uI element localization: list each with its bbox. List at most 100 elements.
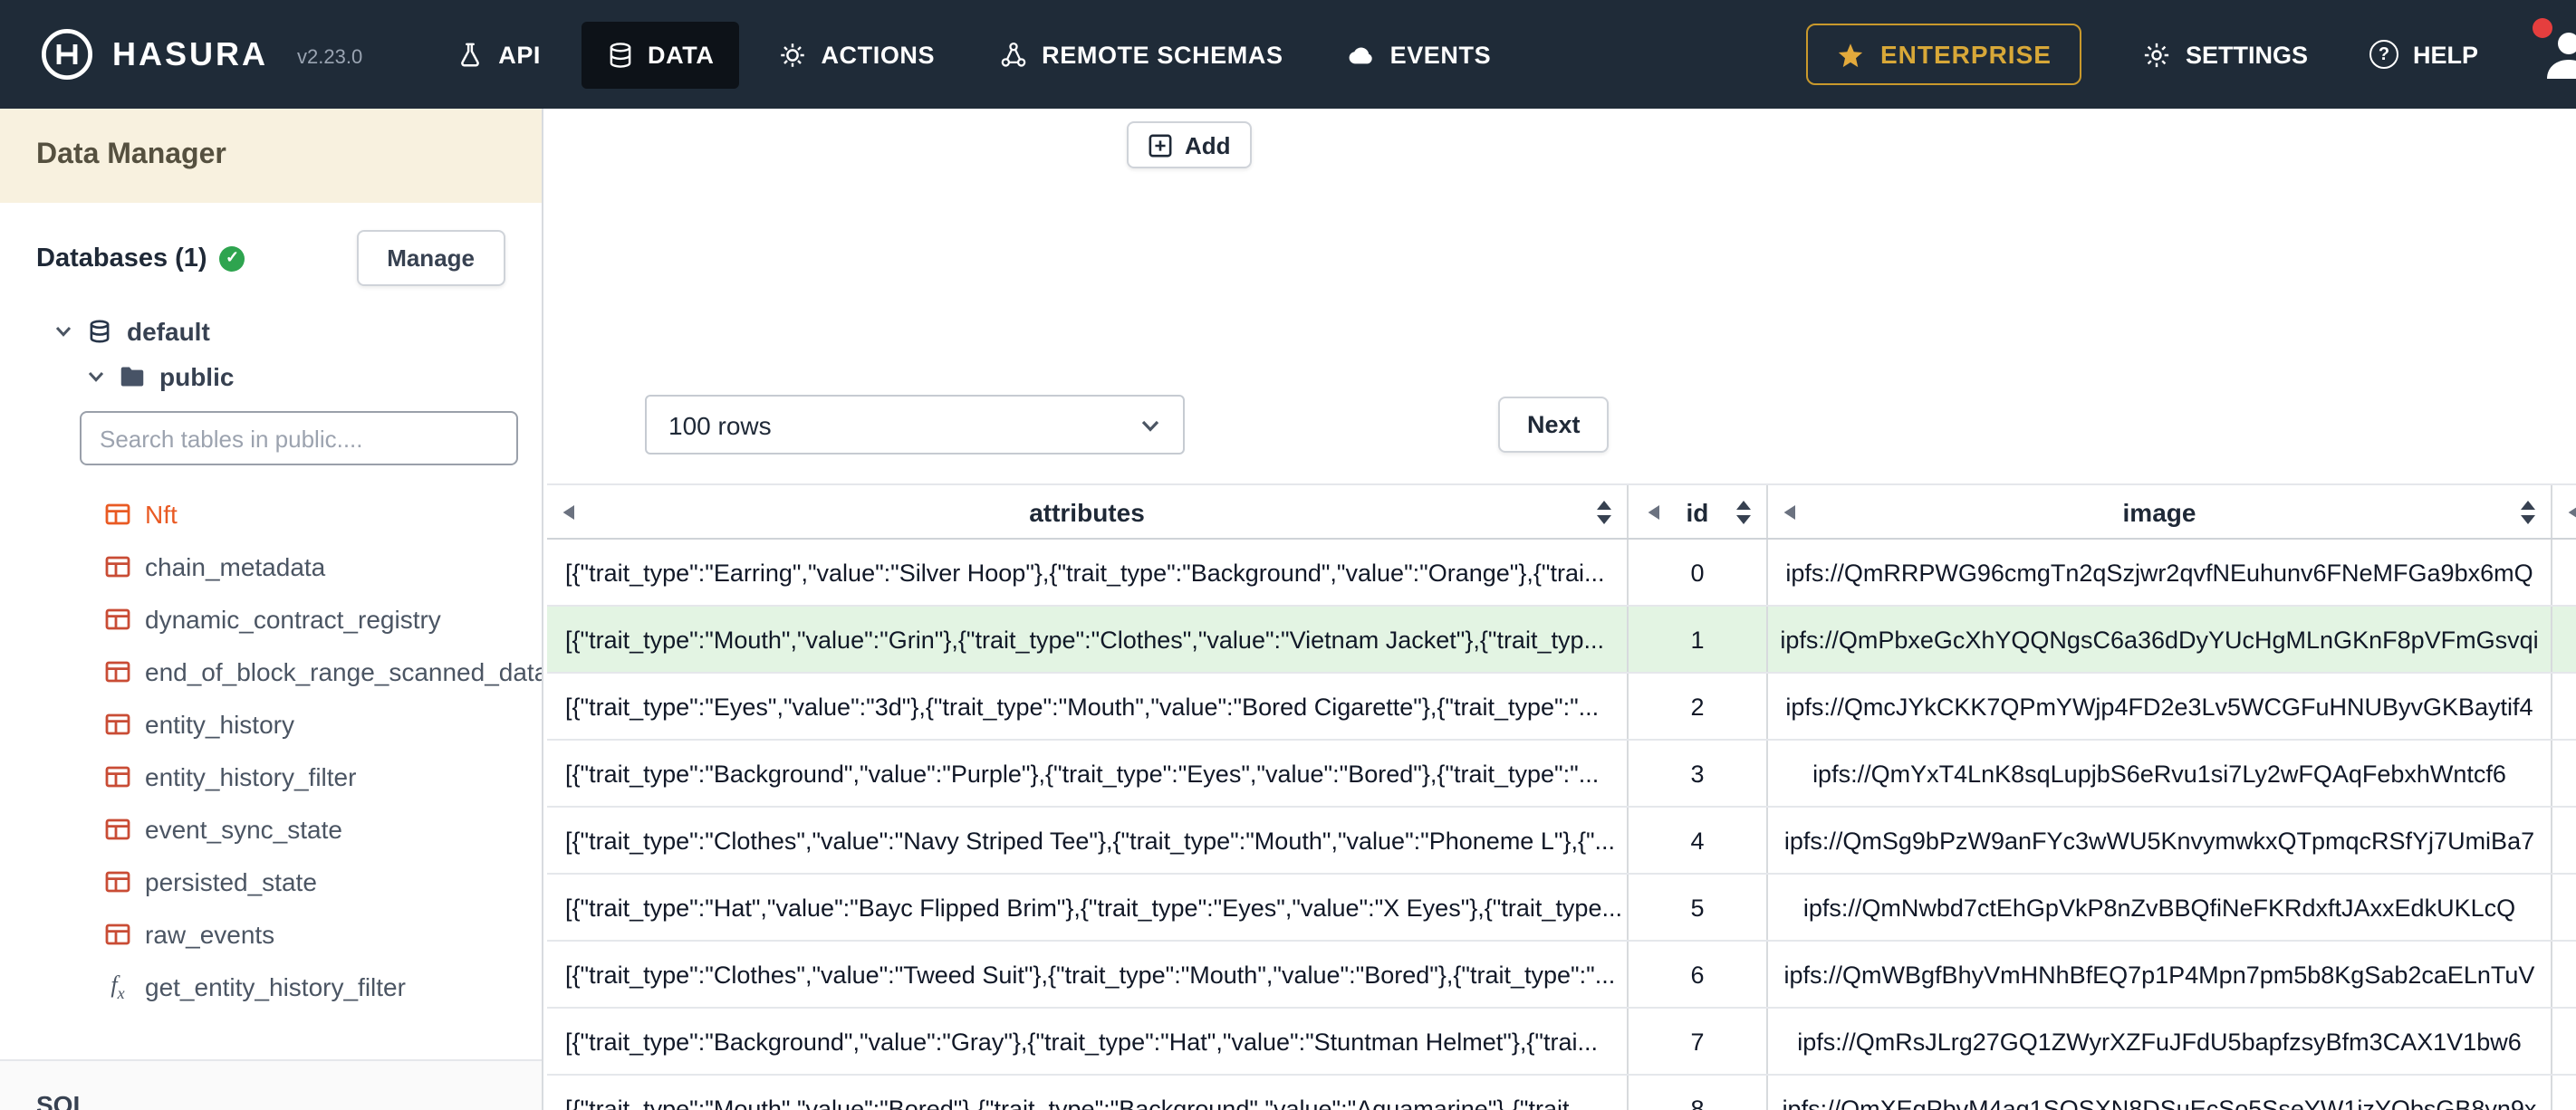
cell-image[interactable]: ipfs://QmcJYkCKK7QPmYWjp4FD2e3Lv5WCGFuHN… (1766, 674, 2551, 739)
column-header-attributes[interactable]: attributes (547, 485, 1627, 538)
sidebar-item-end-of-block-range-scanned-data[interactable]: end_of_block_range_scanned_data (0, 645, 542, 697)
column-header-cutoff[interactable] (2551, 485, 2576, 538)
top-navbar: HASURA v2.23.0 API DATA ACTIONS REMOTE S… (0, 0, 2576, 109)
sidebar-item-dynamic-contract-registry[interactable]: dynamic_contract_registry (0, 592, 542, 645)
table-icon (105, 713, 130, 734)
cloud-icon (1350, 46, 1373, 63)
cell-image[interactable]: ipfs://QmPbxeGcXhYQQNgsC6a36dDyYUcHgMLnG… (1766, 607, 2551, 672)
cell-attributes[interactable]: [{"trait_type":"Mouth","value":"Grin"},{… (547, 607, 1627, 672)
nav-item-data[interactable]: DATA (581, 21, 740, 88)
brand[interactable]: HASURA v2.23.0 (40, 27, 362, 81)
cell-attributes[interactable]: [{"trait_type":"Mouth","value":"Bored"},… (547, 1076, 1627, 1110)
table-name: persisted_state (145, 866, 317, 895)
cell-id[interactable]: 6 (1627, 942, 1766, 1007)
help-button[interactable]: ? HELP (2369, 40, 2478, 69)
cell-id[interactable]: 7 (1627, 1009, 1766, 1074)
column-label: image (2122, 497, 2196, 526)
cell-image[interactable]: ipfs://QmNwbd7ctEhGpVkP8nZvBBQfiNeFKRdxf… (1766, 875, 2551, 940)
rows-per-page-select[interactable]: 100 rows (645, 395, 1185, 455)
sidebar-item-sql[interactable]: SQL (36, 1090, 89, 1110)
sort-icon[interactable] (1596, 500, 1612, 523)
collapse-column-icon[interactable] (1647, 503, 1661, 520)
table-icon (105, 765, 130, 787)
cell-image[interactable]: ipfs://QmXEqPbvM4aq1SQSXN8DSuEcSo5SseYW1… (1766, 1076, 2551, 1110)
table-icon (105, 555, 130, 577)
nav-right: ENTERPRISE SETTINGS ? HELP (1806, 0, 2576, 109)
sidebar-item-event-sync-state[interactable]: event_sync_state (0, 802, 542, 855)
table-header-row: attributes id image (547, 483, 2576, 540)
collapse-column-icon[interactable] (562, 503, 576, 520)
tree-node-schema[interactable]: public (87, 362, 542, 391)
nav-item-events[interactable]: EVENTS (1323, 21, 1517, 88)
table-name: dynamic_contract_registry (145, 604, 441, 633)
databases-row: Databases (1) ✓ Manage (36, 230, 505, 286)
cell-image[interactable]: ipfs://QmYxT4LnK8sqLupjbS6eRvu1si7Ly2wFQ… (1766, 741, 2551, 806)
table-row[interactable]: [{"trait_type":"Hat","value":"Bayc Flipp… (547, 875, 2576, 942)
cell-id[interactable]: 0 (1627, 540, 1766, 605)
enterprise-button[interactable]: ENTERPRISE (1806, 24, 2082, 85)
cell-attributes[interactable]: [{"trait_type":"Clothes","value":"Tweed … (547, 942, 1627, 1007)
manage-button[interactable]: Manage (356, 230, 505, 286)
next-page-button[interactable]: Next (1498, 397, 1610, 453)
cell-id[interactable]: 8 (1627, 1076, 1766, 1110)
cell-image[interactable]: ipfs://QmWBgfBhyVmHNhBfEQ7p1P4Mpn7pm5b8K… (1766, 942, 2551, 1007)
cell-id[interactable]: 3 (1627, 741, 1766, 806)
column-header-id[interactable]: id (1627, 485, 1766, 538)
table-row[interactable]: [{"trait_type":"Eyes","value":"3d"},{"tr… (547, 674, 2576, 741)
collapse-column-icon[interactable] (1783, 503, 1797, 520)
nav-item-api[interactable]: API (431, 21, 566, 88)
table-row[interactable]: [{"trait_type":"Mouth","value":"Bored"},… (547, 1076, 2576, 1110)
cell-attributes[interactable]: [{"trait_type":"Hat","value":"Bayc Flipp… (547, 875, 1627, 940)
user-avatar[interactable] (2533, 18, 2576, 87)
nav-item-actions[interactable]: ACTIONS (754, 21, 960, 88)
table-row-selected[interactable]: [{"trait_type":"Mouth","value":"Grin"},{… (547, 607, 2576, 674)
sort-icon[interactable] (1735, 500, 1752, 523)
settings-button[interactable]: SETTINGS (2144, 41, 2308, 68)
nav-item-label: ACTIONS (821, 41, 936, 68)
settings-gear-icon (2145, 42, 2170, 67)
sidebar-footer: SQL (0, 1059, 542, 1110)
table-row[interactable]: [{"trait_type":"Background","value":"Gra… (547, 1009, 2576, 1076)
table-row[interactable]: [{"trait_type":"Clothes","value":"Tweed … (547, 942, 2576, 1009)
function-icon: fx (111, 970, 125, 1002)
column-header-image[interactable]: image (1766, 485, 2551, 538)
nav-item-label: API (498, 41, 542, 68)
chevron-down-icon[interactable] (87, 368, 105, 386)
sidebar-item-persisted-state[interactable]: persisted_state (0, 855, 542, 907)
table-row[interactable]: [{"trait_type":"Background","value":"Pur… (547, 741, 2576, 808)
table-row[interactable]: [{"trait_type":"Earring","value":"Silver… (547, 540, 2576, 607)
sidebar-item-nft[interactable]: Nft (0, 487, 542, 540)
sidebar-item-entity-history-filter[interactable]: entity_history_filter (0, 750, 542, 802)
sidebar-item-raw-events[interactable]: raw_events (0, 907, 542, 960)
cell-attributes[interactable]: [{"trait_type":"Background","value":"Gra… (547, 1009, 1627, 1074)
chevron-down-icon (1141, 419, 1159, 431)
table-name: entity_history (145, 709, 294, 738)
add-row-button[interactable]: Add (1127, 121, 1253, 168)
cell-id[interactable]: 1 (1627, 607, 1766, 672)
cell-cutoff (2551, 607, 2576, 672)
sidebar-item-chain-metadata[interactable]: chain_metadata (0, 540, 542, 592)
cell-attributes[interactable]: [{"trait_type":"Background","value":"Pur… (547, 741, 1627, 806)
settings-label: SETTINGS (2185, 41, 2308, 68)
cell-image[interactable]: ipfs://QmRsJLrg27GQ1ZWyrXZFuJFdU5bapfzsy… (1766, 1009, 2551, 1074)
table-row[interactable]: [{"trait_type":"Clothes","value":"Navy S… (547, 808, 2576, 875)
tree-node-label: public (159, 362, 235, 391)
search-tables-input[interactable] (80, 411, 518, 465)
sort-icon[interactable] (2520, 500, 2536, 523)
sidebar-item-get-entity-history-filter[interactable]: fx get_entity_history_filter (0, 960, 542, 1012)
cell-attributes[interactable]: [{"trait_type":"Clothes","value":"Navy S… (547, 808, 1627, 873)
cell-image[interactable]: ipfs://QmRRPWG96cmgTn2qSzjwr2qvfNEuhunv6… (1766, 540, 2551, 605)
cell-id[interactable]: 4 (1627, 808, 1766, 873)
tree-node-database[interactable]: default (54, 317, 542, 346)
collapse-column-icon[interactable] (2567, 503, 2576, 520)
sidebar-item-entity-history[interactable]: entity_history (0, 697, 542, 750)
table-name: end_of_block_range_scanned_data (145, 656, 543, 685)
cell-attributes[interactable]: [{"trait_type":"Earring","value":"Silver… (547, 540, 1627, 605)
cell-image[interactable]: ipfs://QmSg9bPzW9anFYc3wWU5KnvymwkxQTpmq… (1766, 808, 2551, 873)
cell-id[interactable]: 5 (1627, 875, 1766, 940)
cell-id[interactable]: 2 (1627, 674, 1766, 739)
cell-attributes[interactable]: [{"trait_type":"Eyes","value":"3d"},{"tr… (547, 674, 1627, 739)
cell-cutoff (2551, 674, 2576, 739)
chevron-down-icon[interactable] (54, 322, 72, 340)
nav-item-remote-schemas[interactable]: REMOTE SCHEMAS (975, 21, 1308, 88)
